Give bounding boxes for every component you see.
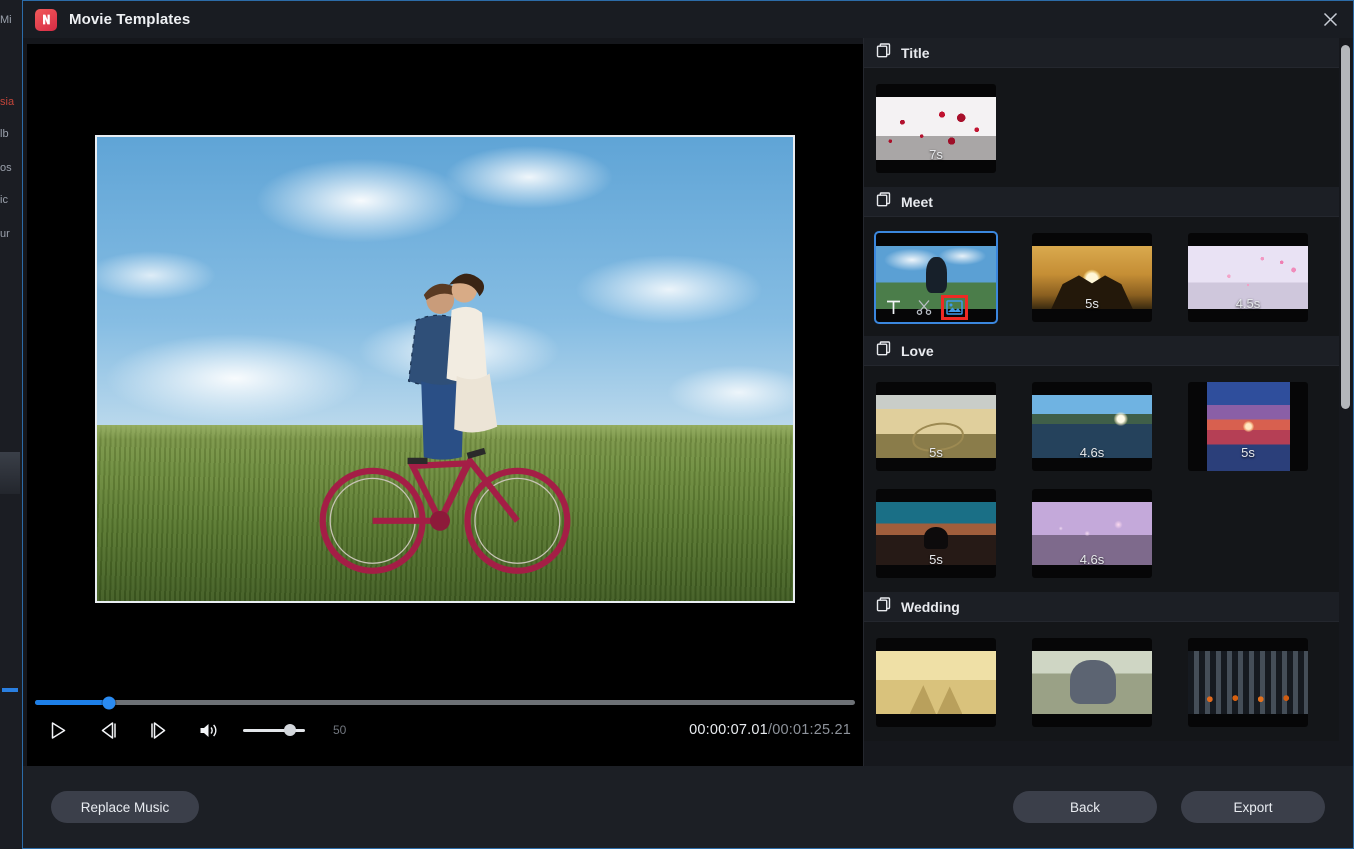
- timecode-current: 00:00:07.01: [689, 722, 768, 738]
- templates-scroll-area[interactable]: Title 7s Meet 5s 4.5s Love 5s 4.6s 5s 5s 4.6s Weddi…: [864, 38, 1353, 766]
- template-thumbnail-art: [876, 502, 996, 565]
- template-thumbnail[interactable]: 5s: [876, 489, 996, 578]
- background-text-fragment: ur: [0, 228, 10, 240]
- volume-value: 50: [333, 723, 347, 737]
- template-section-label: Wedding: [901, 598, 960, 615]
- volume-icon[interactable]: [191, 713, 225, 747]
- template-thumbnail-art: [1188, 246, 1308, 309]
- template-thumbnail[interactable]: [1032, 638, 1152, 727]
- background-text-fragment: os: [0, 162, 12, 174]
- video-frame: [95, 135, 795, 603]
- dialog-body: 50 00:00:07.01/00:01:25.21 Title 7s Meet 5s…: [23, 38, 1353, 766]
- template-section-body: [864, 622, 1339, 741]
- background-text-fragment: sia: [0, 96, 15, 108]
- template-thumbnail-art: [876, 651, 996, 714]
- footer-right-buttons: Back Export: [1013, 791, 1325, 823]
- template-thumbnail-art: [1188, 651, 1308, 714]
- template-section-body: 5s 4.6s 5s 5s 4.6s: [864, 366, 1339, 592]
- video-stage[interactable]: [27, 44, 863, 694]
- bicycle-figure: [319, 448, 571, 575]
- template-thumbnail-art: [876, 395, 996, 458]
- dialog-titlebar: Movie Templates: [23, 1, 1353, 38]
- replace-music-button[interactable]: Replace Music: [51, 791, 199, 823]
- template-thumbnail[interactable]: 5s: [876, 382, 996, 471]
- seek-row: [27, 694, 863, 709]
- template-thumbnail[interactable]: 7s: [876, 84, 996, 173]
- background-text-fragment: Mi: [0, 14, 12, 26]
- background-text-fragment: lb: [0, 128, 9, 140]
- background-application: Mi sia lb os ic ur: [0, 0, 22, 849]
- stacked-pages-icon: [876, 191, 891, 212]
- player-transport: 50 00:00:07.01/00:01:25.21: [27, 694, 863, 766]
- template-section-header: Title: [864, 38, 1339, 68]
- template-thumbnail[interactable]: [876, 638, 996, 727]
- template-section-header: Wedding: [864, 592, 1339, 622]
- controls-row: 50 00:00:07.01/00:01:25.21: [27, 705, 863, 755]
- template-thumbnail-art: [1032, 651, 1152, 714]
- export-button[interactable]: Export: [1181, 791, 1325, 823]
- template-section-header: Meet: [864, 187, 1339, 217]
- timecode-total: 00:01:25.21: [772, 722, 851, 738]
- templates-scrollbar-thumb[interactable]: [1341, 45, 1350, 410]
- stacked-pages-icon: [876, 340, 891, 361]
- volume-slider[interactable]: [243, 724, 305, 736]
- template-section-header: Love: [864, 336, 1339, 366]
- template-thumbnail-art: [1206, 382, 1290, 471]
- next-frame-button[interactable]: [141, 713, 175, 747]
- timecode: 00:00:07.01/00:01:25.21: [689, 722, 851, 738]
- template-section-label: Title: [901, 44, 930, 61]
- template-thumbnail[interactable]: [874, 231, 998, 324]
- template-thumbnail-art: [876, 97, 996, 160]
- template-thumbnail[interactable]: 4.5s: [1188, 233, 1308, 322]
- stacked-pages-icon: [876, 596, 891, 617]
- previous-frame-button[interactable]: [91, 713, 125, 747]
- template-section-label: Love: [901, 342, 934, 359]
- page-title: Movie Templates: [69, 11, 191, 28]
- template-section-label: Meet: [901, 193, 933, 210]
- background-thumbnail: [0, 452, 20, 494]
- template-thumbnail[interactable]: [1188, 638, 1308, 727]
- template-thumbnail[interactable]: 5s: [1188, 382, 1308, 471]
- template-thumbnail-art: [876, 246, 996, 309]
- template-thumbnail[interactable]: 5s: [1032, 233, 1152, 322]
- template-thumbnail-art: [1032, 395, 1152, 458]
- template-thumbnail-art: [1032, 246, 1152, 309]
- templates-scrollbar[interactable]: [1341, 38, 1350, 766]
- background-text-fragment: ic: [0, 194, 8, 206]
- template-thumbnail-art: [1032, 502, 1152, 565]
- back-button[interactable]: Back: [1013, 791, 1157, 823]
- preview-pane: 50 00:00:07.01/00:01:25.21: [23, 38, 863, 766]
- template-thumbnail[interactable]: 4.6s: [1032, 382, 1152, 471]
- close-icon[interactable]: [1315, 5, 1345, 33]
- background-progress: [2, 688, 18, 692]
- play-button[interactable]: [41, 713, 75, 747]
- template-thumbnail[interactable]: 4.6s: [1032, 489, 1152, 578]
- volume-slider-handle[interactable]: [283, 724, 296, 736]
- replace-image-tool-icon[interactable]: [941, 294, 968, 320]
- template-section-body: 7s: [864, 68, 1339, 187]
- dialog-footer: Replace Music Back Export: [23, 766, 1353, 848]
- movie-templates-dialog: Movie Templates 50 00:00:07.01/00:01:25.…: [22, 0, 1354, 849]
- movie-app-icon: [35, 8, 57, 31]
- stacked-pages-icon: [876, 42, 891, 63]
- template-section-body: 5s 4.5s: [864, 217, 1339, 336]
- templates-pane: Title 7s Meet 5s 4.5s Love 5s 4.6s 5s 5s 4.6s Weddi…: [863, 38, 1353, 766]
